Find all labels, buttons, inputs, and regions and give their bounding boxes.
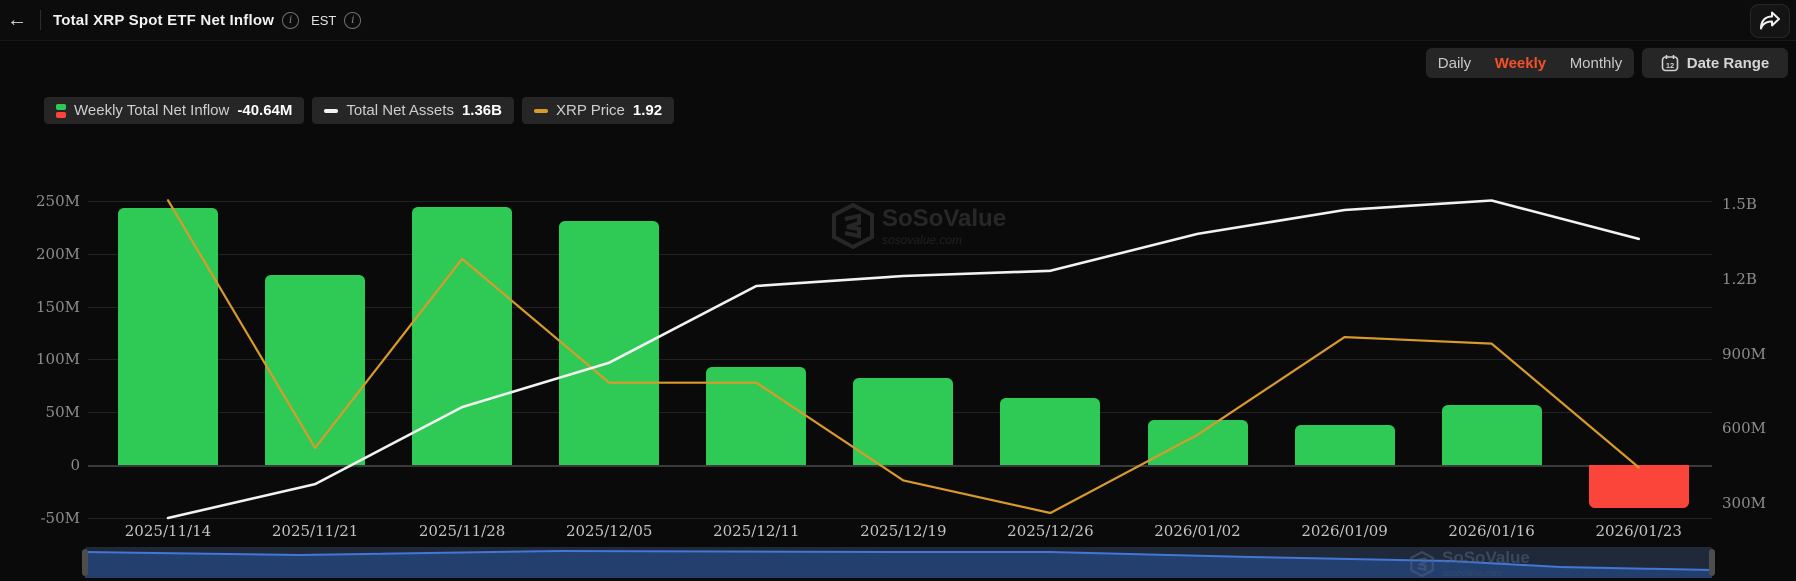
calendar-icon: 12 [1661, 55, 1679, 72]
y-axis-label-left: -50M [40, 508, 80, 527]
inflow-bar[interactable] [412, 206, 513, 465]
tab-daily[interactable]: Daily [1436, 55, 1473, 72]
y-axis-label-right: 1.2B [1722, 269, 1757, 288]
data-zoom-left-handle[interactable] [82, 549, 88, 576]
page-title: Total XRP Spot ETF Net Inflow [53, 11, 275, 29]
share-icon [1760, 11, 1780, 30]
legend-label: XRP Price [555, 102, 625, 119]
assets-line-icon [324, 108, 339, 113]
gridline [88, 200, 1712, 202]
x-axis-label: 2025/11/14 [124, 522, 212, 540]
data-zoom-right-handle[interactable] [1709, 549, 1715, 576]
inflow-bar-icon [56, 103, 66, 118]
y-axis-label-left: 100M [36, 350, 80, 369]
inflow-bar[interactable] [1000, 397, 1101, 465]
inflow-bar[interactable] [1294, 425, 1395, 465]
legend-value: 1.36B [461, 102, 502, 119]
watermark-name: SoSoValue [882, 204, 1007, 232]
legend-value: -40.64M [237, 102, 293, 119]
inflow-bar[interactable] [265, 275, 366, 465]
legend-label: Total Net Assets [346, 102, 454, 119]
app-root: ← Total XRP Spot ETF Net Inflow i EST i … [0, 0, 1796, 581]
watermark-url: sosovalue.com [1442, 568, 1503, 578]
x-axis-label: 2025/12/11 [713, 522, 800, 540]
inflow-bar[interactable] [559, 221, 660, 465]
x-axis-label: 2025/12/19 [860, 522, 947, 540]
x-axis-label: 2026/01/09 [1301, 522, 1388, 540]
y-axis-label-left: 50M [45, 403, 80, 422]
x-axis-label: 2026/01/02 [1154, 522, 1241, 540]
legend-label: Weekly Total Net Inflow [74, 102, 230, 119]
gridline [88, 517, 1712, 519]
back-arrow-icon[interactable]: ← [0, 9, 34, 32]
x-axis-label: 2026/01/16 [1448, 522, 1535, 540]
y-axis-label-right: 300M [1722, 494, 1766, 512]
y-axis-label-right: 600M [1722, 419, 1766, 438]
svg-text:12: 12 [1666, 61, 1674, 70]
x-axis-label: 2025/12/05 [565, 522, 653, 540]
legend-item-net-assets[interactable]: Total Net Assets 1.36B [312, 97, 514, 124]
header-divider [40, 10, 41, 30]
price-line-icon [533, 108, 548, 113]
inflow-bar[interactable] [118, 207, 218, 465]
x-axis-label: 2026/01/23 [1595, 522, 1682, 540]
y-axis-label-left: 150M [36, 297, 80, 316]
legend-item-xrp-price[interactable]: XRP Price 1.92 [521, 97, 675, 124]
watermark: SoSoValue sosovalue.com [832, 203, 1006, 249]
inflow-bar[interactable] [1147, 420, 1248, 465]
legend-value: 1.92 [632, 102, 663, 119]
inflow-bar[interactable] [1441, 405, 1542, 465]
y-axis-label-left: 0 [70, 456, 80, 474]
inflow-bar[interactable] [706, 366, 807, 465]
watermark-url: sosovalue.com [882, 232, 963, 247]
share-button[interactable] [1750, 4, 1790, 38]
x-axis-label: 2025/11/28 [418, 522, 506, 540]
x-axis-label: 2025/12/26 [1007, 522, 1094, 540]
date-range-button[interactable]: 12 Date Range [1642, 48, 1788, 78]
tab-weekly[interactable]: Weekly [1493, 55, 1548, 72]
watermark-name: SoSoValue [1442, 548, 1530, 567]
legend: Weekly Total Net Inflow -40.64M Total Ne… [44, 97, 675, 124]
tab-monthly[interactable]: Monthly [1568, 55, 1625, 72]
timezone-info-icon[interactable]: i [344, 11, 362, 29]
y-axis-label-left: 250M [36, 191, 80, 210]
y-axis-label-left: 200M [36, 244, 80, 263]
date-range-label: Date Range [1686, 54, 1770, 72]
inflow-bar[interactable] [1588, 465, 1689, 508]
timezone-label: EST [311, 12, 337, 28]
x-axis-label: 2025/11/21 [271, 522, 359, 540]
sosovalue-logo-icon [832, 203, 874, 249]
inflow-bar[interactable] [853, 378, 954, 465]
header: ← Total XRP Spot ETF Net Inflow i EST i [0, 0, 1796, 41]
sosovalue-logo-icon [1410, 550, 1434, 577]
gridline [88, 465, 1712, 467]
y-axis-label-right: 1.5B [1722, 195, 1757, 213]
y-axis-label-right: 900M [1722, 344, 1766, 363]
legend-item-net-inflow[interactable]: Weekly Total Net Inflow -40.64M [44, 97, 305, 124]
data-zoom-scrollbar[interactable]: SoSoValue sosovalue.com [82, 547, 1715, 578]
range-tab-group: Daily Weekly Monthly [1426, 48, 1634, 78]
info-icon[interactable]: i [282, 11, 300, 29]
gridline [88, 253, 1712, 255]
watermark-small: SoSoValue sosovalue.com [1410, 549, 1530, 578]
